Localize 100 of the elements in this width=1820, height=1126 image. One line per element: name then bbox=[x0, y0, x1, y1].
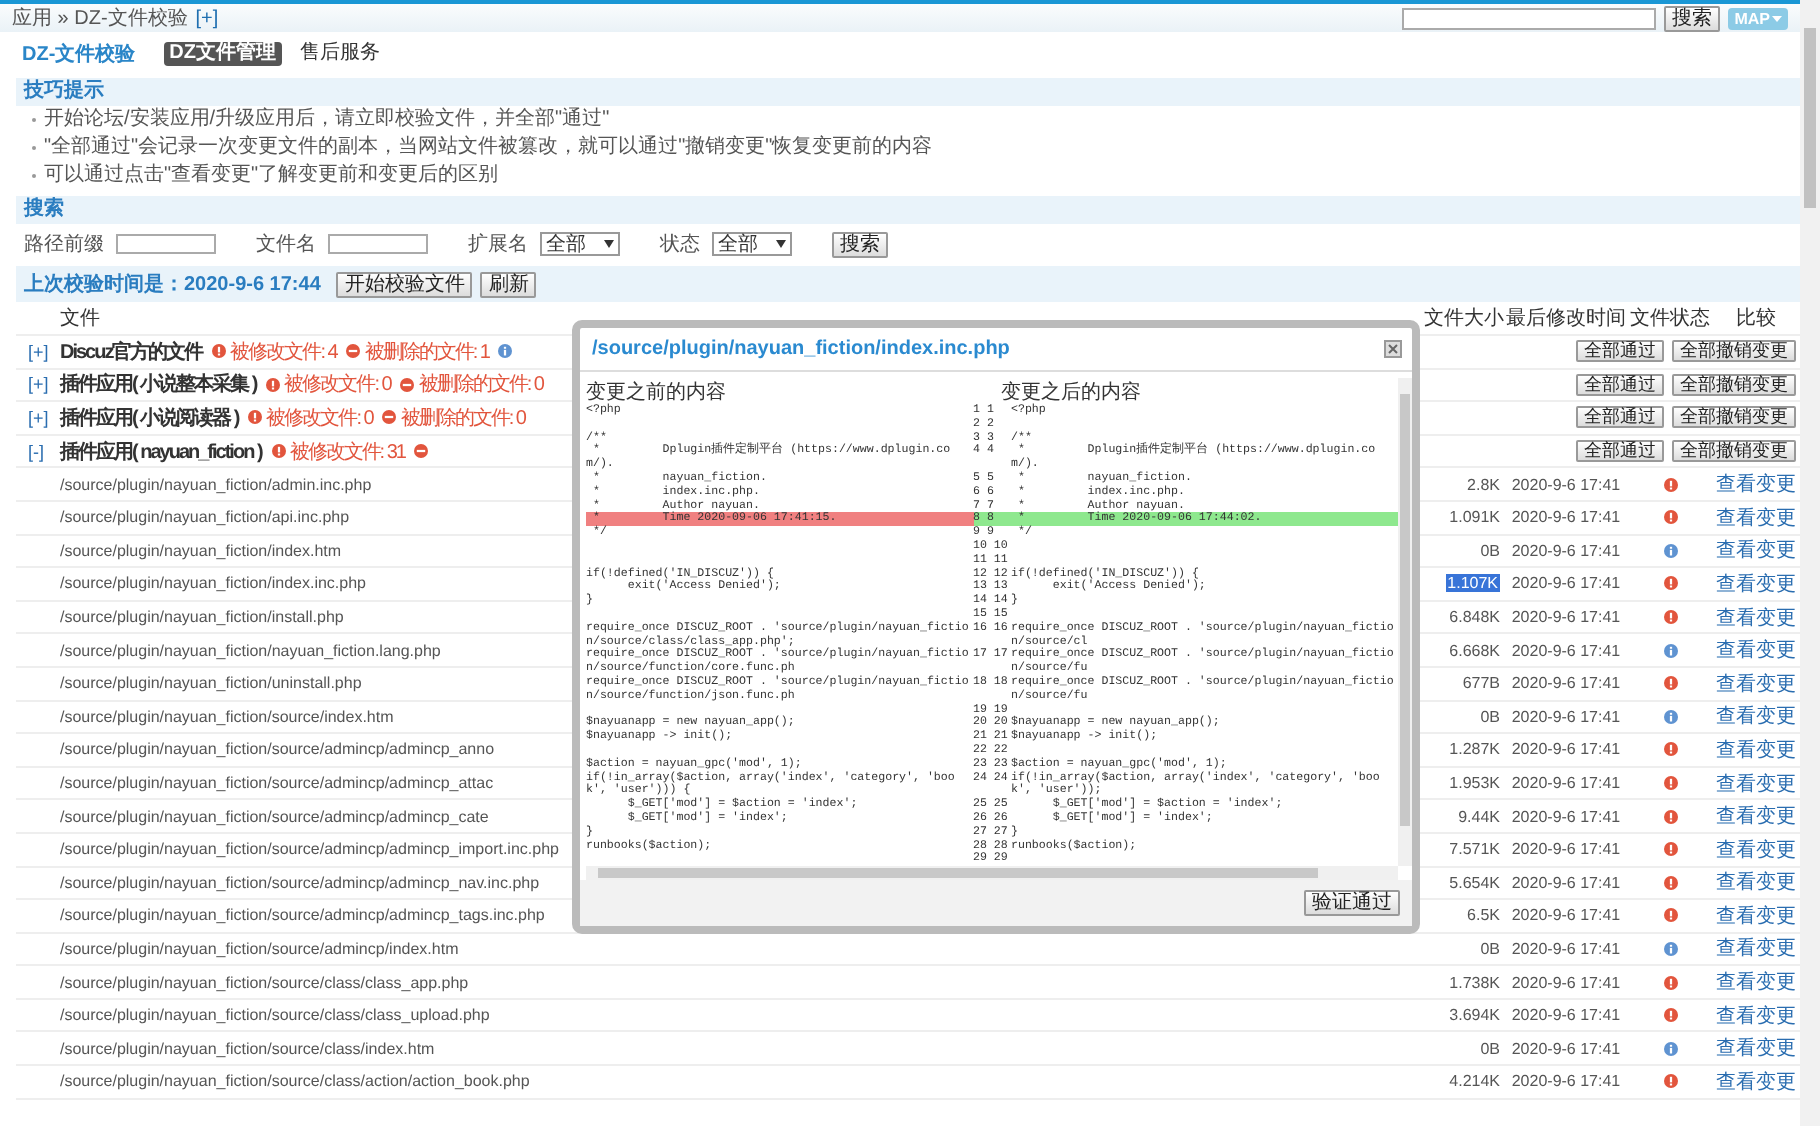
view-changes-link[interactable]: 查看变更 bbox=[1716, 1034, 1796, 1063]
view-changes-link[interactable]: 查看变更 bbox=[1716, 968, 1796, 997]
breadcrumb: 应用 » DZ-文件校验 bbox=[12, 5, 188, 32]
modified-time: 2020-9-6 17:41 bbox=[1511, 740, 1621, 759]
group-button[interactable]: 全部通过 bbox=[1576, 373, 1664, 396]
dropdown[interactable]: 全部 bbox=[540, 232, 620, 256]
last-check-time: 上次校验时间是：2020-9-6 17:44 bbox=[24, 271, 321, 298]
view-changes-link[interactable]: 查看变更 bbox=[1716, 934, 1796, 963]
file-size: 677B bbox=[1462, 674, 1500, 693]
count-text: 被删除的文件: 1 bbox=[364, 339, 489, 366]
expand-link[interactable]: [+] bbox=[195, 7, 219, 29]
file-path: /source/plugin/nayuan_fiction/index.inc.php bbox=[60, 574, 366, 593]
tip-text: 开始论坛/安装应用/升级应用后，请立即校验文件，并全部"通过" bbox=[44, 108, 610, 132]
scrollbar[interactable] bbox=[1800, 0, 1820, 1126]
action-button[interactable]: 刷新 bbox=[480, 271, 537, 297]
scrollbar[interactable] bbox=[586, 866, 1398, 881]
view-changes-link[interactable]: 查看变更 bbox=[1716, 769, 1796, 798]
view-changes-link[interactable]: 查看变更 bbox=[1716, 569, 1796, 598]
file-path: /source/plugin/nayuan_fiction/source/class/class_app.php bbox=[60, 973, 469, 992]
field-label: 路径前缀 bbox=[24, 232, 104, 258]
caret-icon bbox=[776, 240, 786, 248]
view-changes-link[interactable]: 查看变更 bbox=[1716, 669, 1796, 698]
minus-icon bbox=[382, 410, 397, 425]
action-button[interactable]: 开始校验文件 bbox=[336, 271, 473, 297]
section-header: 技巧提示 bbox=[16, 78, 1800, 106]
count-text: 被删除的文件: 0 bbox=[400, 405, 525, 432]
view-changes-link[interactable]: 查看变更 bbox=[1716, 503, 1796, 532]
field-label: 状态 bbox=[660, 231, 700, 258]
file-path: /source/plugin/nayuan_fiction/source/admincp/admincp_anno bbox=[60, 740, 495, 759]
modified-time: 2020-9-6 17:41 bbox=[1511, 707, 1621, 726]
tab[interactable]: DZ文件管理 bbox=[163, 42, 283, 66]
view-changes-link[interactable]: 查看变更 bbox=[1716, 603, 1796, 632]
warning-icon bbox=[248, 410, 263, 425]
modified-time: 2020-9-6 17:41 bbox=[1511, 508, 1621, 527]
group-button[interactable]: 全部撤销变更 bbox=[1672, 340, 1796, 363]
caret-icon bbox=[604, 240, 614, 248]
minus-icon bbox=[400, 377, 415, 392]
tip-text: 可以通过点击"查看变更"了解变更前和变更后的区别 bbox=[44, 164, 499, 188]
modified-time: 2020-9-6 17:41 bbox=[1511, 906, 1621, 925]
count-text: 被修改文件: 0 bbox=[284, 371, 391, 399]
column-header: 文件状态 bbox=[1630, 305, 1710, 332]
expand-toggle[interactable]: [-] bbox=[16, 441, 44, 462]
file-size: 6.668K bbox=[1449, 641, 1500, 660]
modified-time: 2020-9-6 17:41 bbox=[1511, 608, 1621, 627]
search-field[interactable] bbox=[1402, 7, 1657, 29]
file-path: /source/plugin/nayuan_fiction/source/admincp/index.htm bbox=[60, 939, 459, 958]
tab[interactable]: 售后服务 bbox=[294, 42, 387, 66]
close-icon[interactable] bbox=[1384, 340, 1402, 358]
file-path: /source/plugin/nayuan_fiction/source/admincp/admincp_import.inc.php bbox=[60, 840, 559, 859]
caret-icon bbox=[1772, 13, 1782, 23]
view-changes-link[interactable]: 查看变更 bbox=[1716, 536, 1796, 565]
group-button[interactable]: 全部通过 bbox=[1576, 406, 1664, 429]
group-button[interactable]: 全部撤销变更 bbox=[1672, 406, 1796, 429]
group-name: 插件应用( nayuan_fiction ) bbox=[60, 438, 262, 466]
modified-time: 2020-9-6 17:41 bbox=[1511, 774, 1621, 793]
view-changes-link[interactable]: 查看变更 bbox=[1716, 835, 1796, 864]
file-path: /source/plugin/nayuan_fiction/index.htm bbox=[60, 541, 342, 560]
file-size: 1.091K bbox=[1449, 508, 1500, 527]
view-changes-link[interactable]: 查看变更 bbox=[1716, 1001, 1796, 1030]
expand-toggle[interactable]: [+] bbox=[16, 407, 49, 428]
group-name: Discuz官方的文件 bbox=[60, 338, 203, 366]
file-path: /source/plugin/nayuan_fiction/uninstall.php bbox=[60, 674, 362, 693]
group-button[interactable]: 全部通过 bbox=[1576, 340, 1664, 363]
view-changes-link[interactable]: 查看变更 bbox=[1716, 470, 1796, 499]
group-button[interactable]: 全部撤销变更 bbox=[1672, 373, 1796, 396]
view-changes-link[interactable]: 查看变更 bbox=[1716, 702, 1796, 731]
view-changes-link[interactable]: 查看变更 bbox=[1716, 868, 1796, 897]
file-path: /source/plugin/nayuan_fiction/source/class/action/action_book.php bbox=[60, 1072, 530, 1091]
expand-toggle[interactable]: [+] bbox=[16, 341, 49, 362]
section-header: 搜索 bbox=[16, 196, 1800, 224]
input-field[interactable] bbox=[328, 234, 428, 254]
modified-time: 2020-9-6 17:41 bbox=[1511, 541, 1621, 560]
view-changes-link[interactable]: 查看变更 bbox=[1716, 1067, 1796, 1096]
file-path: /source/plugin/nayuan_fiction/admin.inc.php bbox=[60, 475, 372, 494]
modified-time: 2020-9-6 17:41 bbox=[1511, 1039, 1621, 1058]
count-text: 被修改文件: 31 bbox=[289, 439, 405, 466]
file-path: /source/plugin/nayuan_fiction/source/admincp/admincp_tags.inc.php bbox=[60, 906, 545, 925]
group-button[interactable]: 全部通过 bbox=[1576, 440, 1664, 463]
file-size: 3.694K bbox=[1449, 1006, 1500, 1025]
file-path: /source/plugin/nayuan_fiction/source/admincp/admincp_attac bbox=[60, 774, 494, 793]
scrollbar[interactable] bbox=[1398, 378, 1412, 867]
view-changes-link[interactable]: 查看变更 bbox=[1716, 901, 1796, 930]
modified-time: 2020-9-6 17:41 bbox=[1511, 475, 1621, 494]
modified-time: 2020-9-6 17:41 bbox=[1511, 807, 1621, 826]
view-changes-link[interactable]: 查看变更 bbox=[1716, 636, 1796, 665]
input-field[interactable] bbox=[116, 234, 216, 254]
count-text: 被删除的文件: 0 bbox=[418, 371, 543, 399]
view-changes-link[interactable]: 查看变更 bbox=[1716, 735, 1796, 764]
view-changes-link[interactable]: 查看变更 bbox=[1716, 802, 1796, 831]
file-path: /source/plugin/nayuan_fiction/source/admincp/admincp_nav.inc.php bbox=[60, 873, 540, 892]
expand-toggle[interactable]: [+] bbox=[16, 374, 49, 395]
search-button[interactable]: 搜索 bbox=[1664, 5, 1721, 31]
dropdown[interactable]: 全部 bbox=[712, 232, 792, 256]
verify-button[interactable]: 验证通过 bbox=[1304, 890, 1400, 917]
dialog-title: /source/plugin/nayuan_fiction/index.inc.php bbox=[592, 338, 1010, 360]
search-button[interactable]: 搜索 bbox=[832, 231, 888, 257]
group-button[interactable]: 全部撤销变更 bbox=[1672, 440, 1796, 463]
minus-icon bbox=[346, 344, 361, 359]
file-size: 1.738K bbox=[1449, 973, 1500, 992]
file-size: 1.107K bbox=[1445, 574, 1500, 593]
